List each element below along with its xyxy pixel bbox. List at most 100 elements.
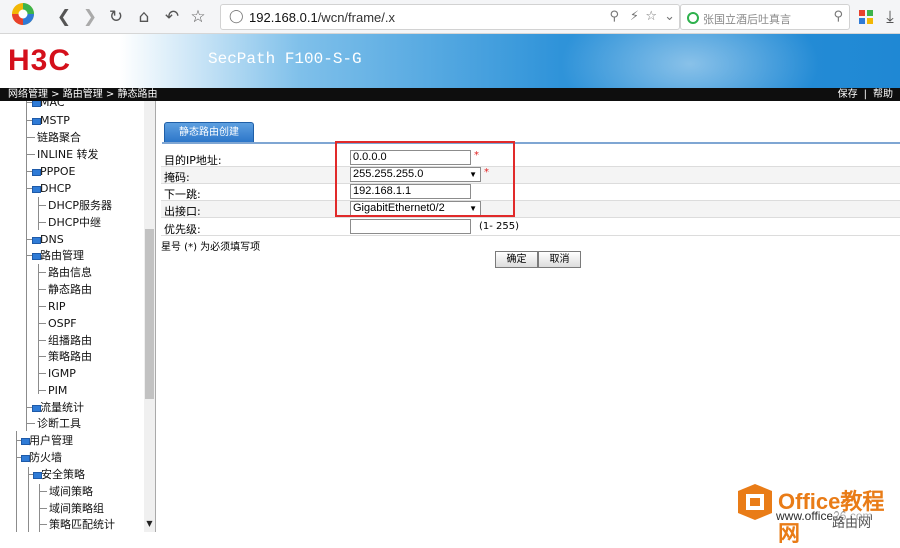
sidebar-item-diagnostic-tools[interactable]: 诊断工具 [27,415,81,432]
sidebar-item-route-info[interactable]: 路由信息 [38,264,92,281]
sidebar-item-dns[interactable]: DNS [27,231,64,248]
browser-toolbar: ❮ ❯ ↻ ⌂ ↶ ☆ ◯ 192.168.0.1/wcn/frame/.x ⚲… [0,0,900,34]
leaf-icon [38,386,48,396]
leaf-icon [39,504,49,514]
office-logo-icon [736,482,774,522]
folder-icon [27,116,40,126]
tab-static-route-create[interactable]: 静态路由创建 [164,122,254,143]
search-engine-icon [687,12,699,24]
out-interface-label: 出接口: [164,203,201,219]
search-placeholder: 张国立酒后吐真言 [703,11,791,27]
leaf-icon [38,319,48,329]
folder-icon [27,403,40,413]
sidebar-nav-tree: MAC MSTP 链路聚合 INLINE 转发 PPPOE DHCP DHCP服… [0,101,156,532]
sidebar-item-firewall[interactable]: 防火墙 [16,449,62,466]
separator: | [861,89,870,100]
sidebar-item-multicast-route[interactable]: 组播路由 [38,332,92,349]
favorite-star-icon[interactable]: ☆ [188,7,208,27]
folder-icon [16,453,29,463]
required-note: 星号 (*) 为必须填写项 [161,238,260,253]
sidebar-item-user-management[interactable]: 用户管理 [16,432,73,449]
address-bar[interactable]: ◯ 192.168.0.1/wcn/frame/.x ⚲ ⚡ ☆ ⌄ [220,4,680,30]
watermark-stamp: 路由网 [832,512,871,531]
folder-icon [27,251,40,261]
folder-icon [27,167,40,177]
bookmark-star-icon[interactable]: ☆ [645,9,657,24]
sidebar-item-igmp[interactable]: IGMP [38,365,76,382]
breadcrumb-bar: 网络管理 > 路由管理 > 静态路由 保存|帮助 [0,88,900,101]
row-priority: 优先级: (1- 255) [161,219,900,236]
save-link[interactable]: 保存 [835,89,861,100]
sidebar-item-dhcp-relay[interactable]: DHCP中继 [38,214,101,231]
leaf-icon [38,268,48,278]
leaf-icon [38,352,48,362]
sidebar-item-route-management[interactable]: 路由管理 [27,247,84,264]
sidebar-item-dhcp[interactable]: DHCP [27,180,71,197]
download-icon[interactable]: ⤓ [880,7,900,27]
sidebar-item-security-policy[interactable]: 安全策略 [28,466,85,483]
sidebar-item-inline-forward[interactable]: INLINE 转发 [27,146,99,163]
banner-glow [560,34,820,88]
folder-icon [27,101,40,108]
apps-grid-icon[interactable] [858,9,874,25]
folder-icon [27,235,40,245]
ok-button[interactable]: 确定 [495,251,538,268]
help-link[interactable]: 帮助 [870,89,896,100]
h3c-logo: H3C [8,44,71,78]
folder-icon [27,184,40,194]
secure-shield-icon: ◯ [229,9,244,24]
sidebar-item-pppoe[interactable]: PPPOE [27,163,76,180]
main-content: 静态路由创建 目的IP地址: 0.0.0.0 * 掩码: 255.255.255… [157,101,900,532]
mask-label: 掩码: [164,169,190,185]
search-icon[interactable]: ⚲ [833,9,843,24]
leaf-icon [38,302,48,312]
folder-icon [28,470,41,480]
reload-icon[interactable]: ↻ [106,7,126,27]
scrollbar-thumb[interactable] [145,229,154,399]
folder-icon [16,436,29,446]
dest-ip-label: 目的IP地址: [164,152,222,168]
leaf-icon [38,369,48,379]
sidebar-item-static-route[interactable]: 静态路由 [38,281,92,298]
breadcrumb: 网络管理 > 路由管理 > 静态路由 [8,88,157,101]
annotation-highlight-box [335,141,515,217]
sidebar-item-mac[interactable]: MAC [27,101,65,111]
search-input[interactable]: 张国立酒后吐真言 ⚲ [680,4,850,30]
dropdown-chevron-icon[interactable]: ⌄ [664,9,675,24]
row-next-hop: 下一跳: 192.168.1.1 [161,184,900,201]
cancel-button[interactable]: 取消 [538,251,581,268]
row-dest-ip: 目的IP地址: 0.0.0.0 * [161,150,900,167]
sidebar-item-interzone-policy-group[interactable]: 域间策略组 [39,500,104,517]
sidebar-item-policy-match-stats[interactable]: 策略匹配统计 [39,516,115,532]
sidebar-item-traffic-stats[interactable]: 流量统计 [27,399,84,416]
sidebar-item-link-aggregation[interactable]: 链路聚合 [27,129,81,146]
scroll-down-arrow-icon[interactable]: ▼ [144,519,155,530]
home-icon[interactable]: ⌂ [134,7,154,27]
leaf-icon [38,336,48,346]
sidebar-item-mstp[interactable]: MSTP [27,112,70,129]
sidebar-item-rip[interactable]: RIP [38,298,66,315]
forward-icon[interactable]: ❯ [80,7,100,27]
leaf-icon [27,419,37,429]
next-hop-label: 下一跳: [164,186,201,202]
product-banner: H3C SecPath F100-S-G [0,34,900,88]
leaf-icon [39,487,49,497]
sidebar-scrollbar[interactable]: ▼ [144,101,155,532]
undo-icon[interactable]: ↶ [162,7,182,27]
leaf-icon [27,150,37,160]
leaf-icon [38,218,48,228]
leaf-icon [38,285,48,295]
leaf-icon [38,201,48,211]
product-name: SecPath F100-S-G [208,50,362,68]
zoom-search-icon[interactable]: ⚲ [609,9,619,24]
lightning-icon[interactable]: ⚡ [630,9,639,24]
row-mask: 掩码: 255.255.255.0▼ * [161,167,900,184]
priority-input[interactable] [350,219,471,234]
sidebar-item-interzone-policy[interactable]: 域间策略 [39,483,93,500]
back-icon[interactable]: ❮ [54,7,74,27]
browser-logo-icon [8,1,38,27]
sidebar-item-dhcp-server[interactable]: DHCP服务器 [38,197,112,214]
sidebar-item-ospf[interactable]: OSPF [38,315,77,332]
sidebar-item-policy-route[interactable]: 策略路由 [38,348,92,365]
sidebar-item-pim[interactable]: PIM [38,382,67,399]
